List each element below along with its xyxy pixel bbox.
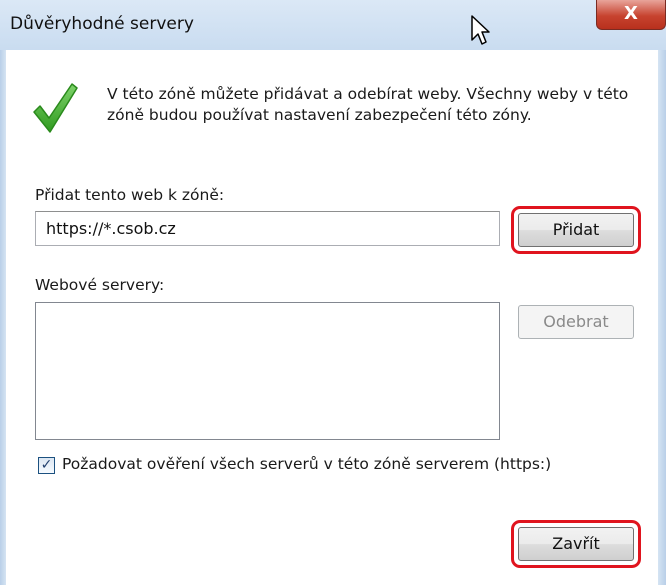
- title-bar[interactable]: Důvěryhodné servery X: [0, 0, 666, 50]
- zone-info-text: V této zóně můžete přidávat a odebírat w…: [107, 85, 629, 124]
- mouse-cursor-icon: [471, 15, 490, 45]
- require-https-checkbox[interactable]: ✓: [38, 457, 55, 474]
- dialog-title: Důvěryhodné servery: [10, 14, 194, 34]
- require-https-label[interactable]: Požadovat ověření všech serverů v této z…: [62, 455, 551, 473]
- add-site-input[interactable]: [35, 211, 500, 246]
- websites-list[interactable]: [35, 302, 500, 440]
- check-icon: [33, 83, 78, 133]
- websites-label: Webové servery:: [35, 276, 165, 294]
- trusted-sites-dialog: Důvěryhodné servery X V této zóně můžete…: [0, 0, 666, 585]
- close-window-button[interactable]: X: [596, 0, 666, 30]
- remove-button[interactable]: Odebrat: [518, 305, 634, 339]
- close-button[interactable]: Zavřít: [518, 527, 634, 561]
- add-button[interactable]: Přidat: [518, 213, 634, 247]
- window-frame-right: [658, 50, 666, 585]
- add-site-label: Přidat tento web k zóně:: [35, 186, 225, 204]
